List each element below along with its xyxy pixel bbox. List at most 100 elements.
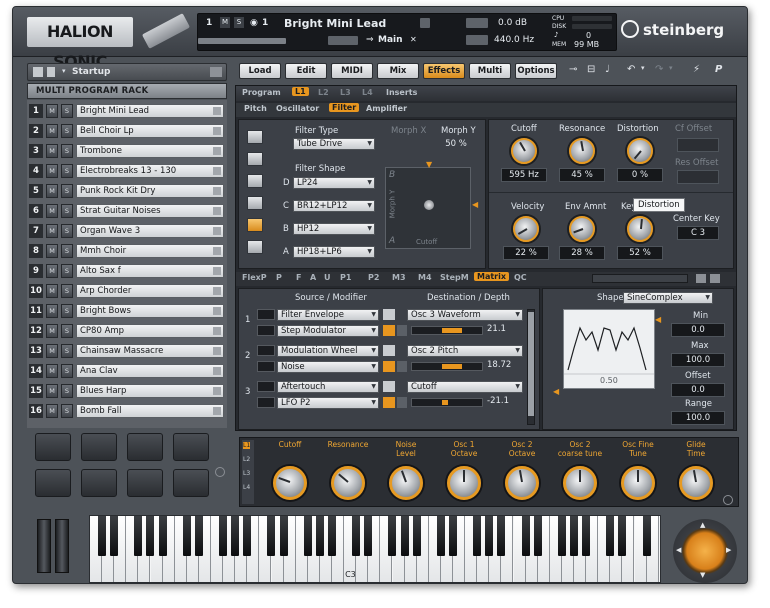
- matrix-destination-dropdown[interactable]: Osc 3 Waveform: [407, 309, 523, 321]
- undo-icon[interactable]: ↶: [627, 64, 635, 75]
- slot-program-name[interactable]: Bright Mini Lead: [76, 104, 224, 118]
- rack-slot-8[interactable]: 8 M S Mmh Choir: [27, 242, 227, 260]
- tab-options[interactable]: Options: [515, 63, 557, 79]
- multi-preset-name[interactable]: Startup: [72, 67, 110, 77]
- mod-tab-f[interactable]: F: [296, 273, 301, 282]
- matrix-scrollbar[interactable]: [527, 309, 535, 425]
- trigger-pad-2[interactable]: [81, 433, 117, 461]
- shape-graph[interactable]: 0.50: [563, 309, 655, 389]
- solo-button[interactable]: S: [234, 17, 244, 28]
- inserts-tab[interactable]: Inserts: [386, 88, 417, 97]
- vector-joystick[interactable]: ▲ ▼ ◀ ▶: [673, 519, 737, 583]
- rack-slot-5[interactable]: 5 M S Punk Rock Kit Dry: [27, 182, 227, 200]
- qc-knob-4[interactable]: [447, 466, 481, 500]
- slot-mute-button[interactable]: M: [46, 144, 58, 158]
- tab-mix[interactable]: Mix: [377, 63, 419, 79]
- delete-icon[interactable]: [47, 67, 55, 77]
- slot-program-name[interactable]: Mmh Choir: [76, 244, 224, 258]
- slot-solo-button[interactable]: S: [61, 164, 73, 178]
- rack-slot-12[interactable]: 12 M S CP80 Amp: [27, 322, 227, 340]
- slot-program-name[interactable]: Punk Rock Kit Dry: [76, 184, 224, 198]
- morph-y-value[interactable]: 50 %: [435, 138, 477, 152]
- slot-mute-button[interactable]: M: [46, 404, 58, 418]
- filter-mode-1-icon[interactable]: [247, 130, 263, 144]
- preset-menu-button[interactable]: [210, 67, 222, 77]
- slot-mute-button[interactable]: M: [46, 304, 58, 318]
- shape-end-marker-icon[interactable]: ◀: [655, 315, 661, 324]
- save-icon[interactable]: [33, 67, 43, 77]
- slot-program-name[interactable]: Alto Sax f: [76, 264, 224, 278]
- mod-save-icon[interactable]: [696, 274, 706, 283]
- black-key[interactable]: [134, 516, 143, 556]
- slot-program-name[interactable]: Chainsaw Massacre: [76, 344, 224, 358]
- slot-solo-button[interactable]: S: [61, 304, 73, 318]
- pads-options-icon[interactable]: [215, 467, 225, 477]
- slot-mute-button[interactable]: M: [46, 204, 58, 218]
- matrix-depth-slider[interactable]: [411, 398, 483, 407]
- trigger-pad-7[interactable]: [127, 469, 163, 497]
- pin-icon[interactable]: P: [715, 64, 722, 75]
- black-key[interactable]: [497, 516, 506, 556]
- matrix-modifier-toggle[interactable]: [257, 325, 275, 336]
- matrix-source-dropdown[interactable]: Modulation Wheel: [277, 345, 379, 357]
- matrix-mod-icon[interactable]: [383, 325, 395, 336]
- black-key[interactable]: [618, 516, 627, 556]
- trigger-pad-5[interactable]: [35, 469, 71, 497]
- note-icon[interactable]: ♩: [605, 64, 610, 75]
- redo-menu-icon[interactable]: ▾: [669, 64, 673, 72]
- rack-slot-7[interactable]: 7 M S Organ Wave 3: [27, 222, 227, 240]
- volume-slider[interactable]: [198, 38, 286, 44]
- level-slider[interactable]: [466, 18, 488, 28]
- black-key[interactable]: [352, 516, 361, 556]
- min-value[interactable]: 0.0: [671, 323, 725, 337]
- shape-d-dropdown[interactable]: LP24: [293, 177, 375, 189]
- slot-solo-button[interactable]: S: [61, 264, 73, 278]
- qc-options-icon[interactable]: [723, 495, 733, 505]
- mod-tab-stepm[interactable]: StepM: [440, 273, 469, 282]
- program-menu-button[interactable]: [420, 18, 430, 28]
- slot-program-name[interactable]: CP80 Amp: [76, 324, 224, 338]
- rack-slot-11[interactable]: 11 M S Bright Bows: [27, 302, 227, 320]
- black-key[interactable]: [485, 516, 494, 556]
- tab-load[interactable]: Load: [239, 63, 281, 79]
- rack-slot-1[interactable]: 1 M S Bright Mini Lead: [27, 102, 227, 120]
- trigger-pad-8[interactable]: [173, 469, 209, 497]
- qc-layer-1[interactable]: L1: [243, 442, 251, 449]
- matrix-depth-slider[interactable]: [411, 326, 483, 335]
- slot-program-name[interactable]: Electrobreaks 13 - 130: [76, 164, 224, 178]
- black-key[interactable]: [412, 516, 421, 556]
- matrix-destination-dropdown[interactable]: Osc 2 Pitch: [407, 345, 523, 357]
- slot-solo-button[interactable]: S: [61, 404, 73, 418]
- black-key[interactable]: [448, 516, 457, 556]
- rack-slot-16[interactable]: 16 M S Bomb Fall: [27, 402, 227, 420]
- filter-mode-3-icon[interactable]: [247, 174, 263, 188]
- mod-tab-p[interactable]: P: [276, 273, 282, 282]
- rack-slot-15[interactable]: 15 M S Blues Harp: [27, 382, 227, 400]
- slot-program-name[interactable]: Strat Guitar Noises: [76, 204, 224, 218]
- qc-knob-7[interactable]: [621, 466, 655, 500]
- tune-slider[interactable]: [466, 35, 488, 45]
- qc-layer-3[interactable]: L3: [243, 470, 250, 477]
- connect-icon[interactable]: ⊸: [569, 64, 577, 75]
- slot-solo-button[interactable]: S: [61, 144, 73, 158]
- black-key[interactable]: [642, 516, 651, 556]
- key-icon[interactable]: ⊟: [587, 64, 595, 75]
- pan-slider[interactable]: [328, 36, 358, 45]
- rack-slot-2[interactable]: 2 M S Bell Choir Lp: [27, 122, 227, 140]
- resonance-value[interactable]: 45 %: [559, 168, 605, 182]
- distortion-value[interactable]: 0 %: [617, 168, 663, 182]
- slot-solo-button[interactable]: S: [61, 204, 73, 218]
- mod-tab-flexp[interactable]: FlexP: [242, 273, 267, 282]
- slot-mute-button[interactable]: M: [46, 224, 58, 238]
- rack-slot-4[interactable]: 4 M S Electrobreaks 13 - 130: [27, 162, 227, 180]
- matrix-polarity-icon[interactable]: [383, 345, 395, 356]
- key-follow-knob[interactable]: [627, 216, 653, 242]
- slot-program-name[interactable]: Blues Harp: [76, 384, 224, 398]
- filter-tab[interactable]: Filter: [329, 103, 360, 112]
- slot-solo-button[interactable]: S: [61, 124, 73, 138]
- black-key[interactable]: [557, 516, 566, 556]
- slot-solo-button[interactable]: S: [61, 224, 73, 238]
- rack-slot-9[interactable]: 9 M S Alto Sax f: [27, 262, 227, 280]
- slot-program-name[interactable]: Bomb Fall: [76, 404, 224, 418]
- matrix-source-toggle[interactable]: [257, 309, 275, 320]
